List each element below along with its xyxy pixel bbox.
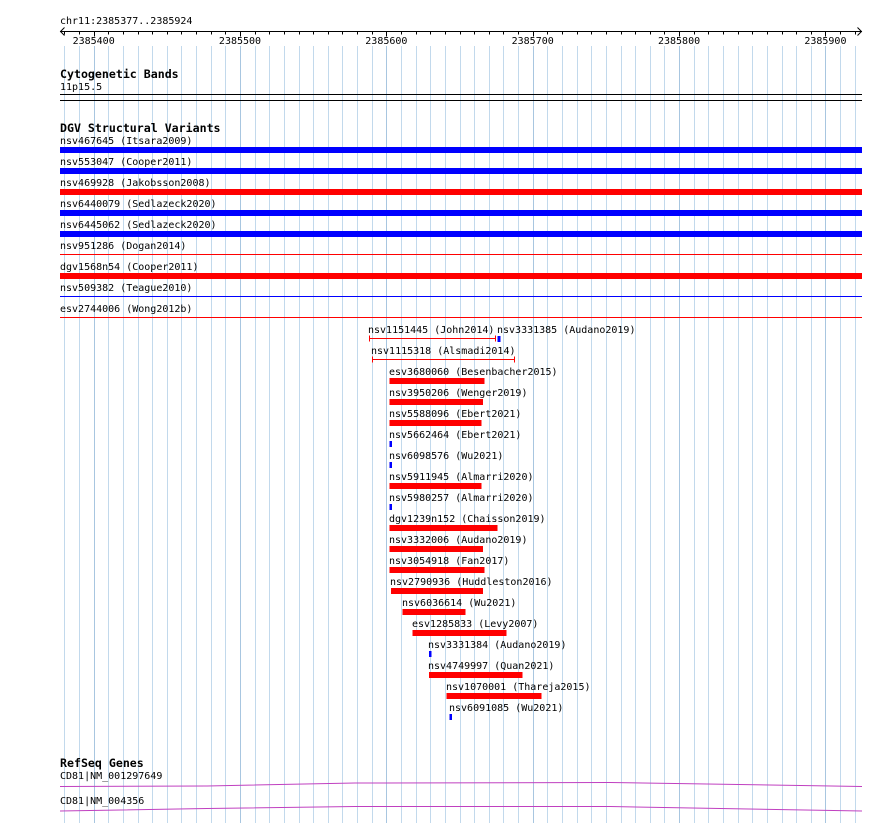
variant-glyph[interactable] <box>428 651 432 657</box>
variant-label: nsv6036614 (Wu2021) <box>402 598 516 609</box>
variant-glyph[interactable] <box>389 441 393 447</box>
variant-label: nsv1151445 (John2014) <box>368 325 494 336</box>
variant-glyph[interactable] <box>389 567 485 573</box>
variant-label: nsv1115318 (Alsmadi2014) <box>371 346 516 357</box>
variant-feature[interactable]: nsv5588096 (Ebert2021) <box>389 409 521 426</box>
variant-label: nsv1070001 (Thareja2015) <box>446 682 591 693</box>
ruler-tick-label: 2385800 <box>658 36 700 47</box>
variant-label: dgv1568n54 (Cooper2011) <box>60 262 198 273</box>
variant-label: nsv3332006 (Audano2019) <box>389 535 527 546</box>
track-title-cytoband: Cytogenetic Bands <box>60 67 179 81</box>
ruler-tick-label: 2385400 <box>73 36 115 47</box>
variant-label: nsv5980257 (Almarri2020) <box>389 493 534 504</box>
ruler-tick-label: 2385900 <box>804 36 846 47</box>
ruler: chr11:2385377..2385924 2385400 2385500 238… <box>59 16 863 47</box>
variant-glyph[interactable] <box>60 189 862 195</box>
variant-label: esv1285833 (Levy2007) <box>412 619 538 630</box>
variant-feature[interactable]: nsv1151445 (John2014) <box>368 325 496 342</box>
variant-glyph[interactable] <box>389 483 482 489</box>
variant-label: nsv6440079 (Sedlazeck2020) <box>60 199 217 210</box>
variant-feature[interactable]: nsv3950206 (Wenger2019) <box>389 388 527 405</box>
variant-glyph[interactable] <box>412 630 507 636</box>
variant-label: nsv5662464 (Ebert2021) <box>389 430 521 441</box>
variant-glyph[interactable] <box>60 210 862 216</box>
variant-label: nsv469928 (Jakobsson2008) <box>60 178 211 189</box>
variant-glyph[interactable] <box>389 525 498 531</box>
variant-label: esv3680060 (Besenbacher2015) <box>389 367 558 378</box>
variant-glyph[interactable] <box>390 588 483 594</box>
variant-glyph[interactable] <box>372 356 515 363</box>
variant-glyph[interactable] <box>497 336 501 342</box>
track-image: chr11:2385377..2385924 2385400 2385500 238… <box>59 16 863 823</box>
variant-label: nsv6445062 (Sedlazeck2020) <box>60 220 217 231</box>
variant-label: nsv4749997 (Quan2021) <box>428 661 554 672</box>
variant-feature[interactable]: nsv1070001 (Thareja2015) <box>446 682 591 699</box>
variant-feature[interactable]: nsv3331384 (Audano2019) <box>428 640 566 657</box>
variant-glyph[interactable] <box>389 378 485 384</box>
variant-label: nsv467645 (Itsara2009) <box>60 136 192 147</box>
variant-glyph[interactable] <box>389 504 393 510</box>
variant-glyph[interactable] <box>389 546 483 552</box>
ruler-tick-label: 2385600 <box>365 36 407 47</box>
variant-glyph[interactable] <box>60 273 862 279</box>
variant-label: nsv3054918 (Fan2017) <box>389 556 509 567</box>
ruler-tick-label: 2385700 <box>512 36 554 47</box>
variant-feature[interactable]: nsv6098576 (Wu2021) <box>389 451 503 468</box>
variant-feature[interactable]: nsv3331385 (Audano2019) <box>497 325 635 342</box>
ruler-tick-label: 2385500 <box>219 36 261 47</box>
variant-glyph[interactable] <box>428 672 523 678</box>
variant-glyph[interactable] <box>449 714 453 720</box>
variant-label: nsv5588096 (Ebert2021) <box>389 409 521 420</box>
variant-feature[interactable]: nsv4749997 (Quan2021) <box>428 661 554 678</box>
variant-glyph[interactable] <box>389 462 393 468</box>
variant-feature[interactable]: nsv2790936 (Huddleston2016) <box>390 577 553 594</box>
band-label: 11p15.5 <box>60 82 102 93</box>
variant-label: nsv6098576 (Wu2021) <box>389 451 503 462</box>
variant-label: nsv553047 (Cooper2011) <box>60 157 192 168</box>
location-label: chr11:2385377..2385924 <box>60 16 192 27</box>
variant-glyph[interactable] <box>402 609 466 615</box>
variant-label: esv2744006 (Wong2012b) <box>60 304 192 315</box>
variant-glyph[interactable] <box>446 693 542 699</box>
variant-feature[interactable]: nsv5980257 (Almarri2020) <box>389 493 534 510</box>
variant-feature[interactable]: nsv3332006 (Audano2019) <box>389 535 527 552</box>
variant-feature[interactable]: nsv6036614 (Wu2021) <box>402 598 516 615</box>
variant-glyph[interactable] <box>60 147 862 153</box>
dgv-track: DGV Structural Variants nsv467645 (Itsar… <box>60 121 862 720</box>
genome-browser-panel: chr11:2385377..2385924 2385400 2385500 238… <box>0 0 890 823</box>
variant-label: nsv3331384 (Audano2019) <box>428 640 566 651</box>
transcript-label: CD81|NM_001297649 <box>60 771 162 782</box>
variant-feature[interactable]: nsv5911945 (Almarri2020) <box>389 472 534 489</box>
variant-feature[interactable]: esv1285833 (Levy2007) <box>412 619 538 636</box>
variant-label: nsv509382 (Teague2010) <box>60 283 192 294</box>
variant-label: nsv2790936 (Huddleston2016) <box>390 577 553 588</box>
variant-feature[interactable]: nsv6091085 (Wu2021) <box>449 703 563 720</box>
track-title-dgv: DGV Structural Variants <box>60 121 221 135</box>
variant-label: nsv951286 (Dogan2014) <box>60 241 186 252</box>
variant-glyph[interactable] <box>60 168 862 174</box>
variant-label: nsv3331385 (Audano2019) <box>497 325 635 336</box>
variant-glyph[interactable] <box>389 399 483 405</box>
variant-label: nsv3950206 (Wenger2019) <box>389 388 527 399</box>
variant-glyph[interactable] <box>389 420 482 426</box>
variant-label: nsv6091085 (Wu2021) <box>449 703 563 714</box>
variant-glyph[interactable] <box>60 231 862 237</box>
variant-feature[interactable]: nsv1115318 (Alsmadi2014) <box>371 346 516 363</box>
transcript-label: CD81|NM_004356 <box>60 796 144 807</box>
variant-feature[interactable]: esv3680060 (Besenbacher2015) <box>389 367 558 384</box>
variant-label: nsv5911945 (Almarri2020) <box>389 472 534 483</box>
variant-feature[interactable]: dgv1239n152 (Chaisson2019) <box>389 514 546 531</box>
variant-feature[interactable]: nsv3054918 (Fan2017) <box>389 556 509 573</box>
variant-glyph[interactable] <box>369 335 496 342</box>
variant-feature[interactable]: nsv5662464 (Ebert2021) <box>389 430 521 447</box>
track-title-refseq: RefSeq Genes <box>60 756 144 770</box>
variant-label: dgv1239n152 (Chaisson2019) <box>389 514 546 525</box>
ruler-ticks: 2385400 2385500 2385600 2385700 2385800 23859… <box>64 31 856 47</box>
